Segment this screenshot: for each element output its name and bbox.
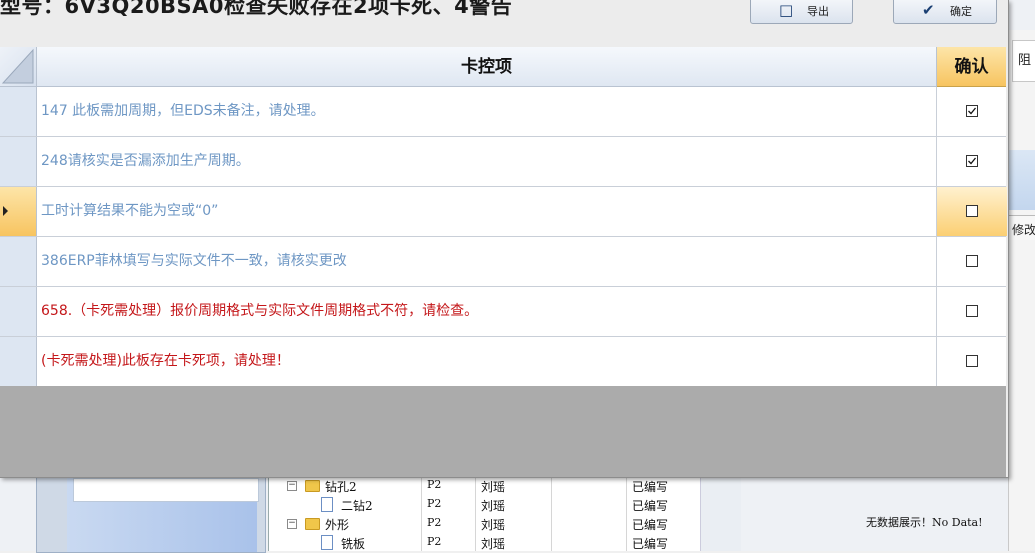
tree-row[interactable]: − 外形 P2 刘瑶 已编写 [269,515,701,534]
row-selector[interactable] [0,87,37,136]
check-result-dialog: 型号：6V3Q20BSA0检查失败存在2项卡死、4警告 □ 导出 ✔ 确定 卡控… [0,0,1009,478]
background-scrollbar[interactable] [700,477,741,551]
checkmark-icon [968,107,977,115]
row-selector[interactable] [0,187,37,236]
grid-row[interactable]: 386ERP菲林填写与实际文件不一致，请核实更改 [0,237,1006,287]
check-item-text: 248请核实是否漏添加生产周期。 [41,153,250,169]
confirm-checkbox[interactable] [966,155,978,167]
process-tree: − 钻孔2 P2 刘瑶 已编写 二钻2 P2 刘瑶 已编写 − 外形 P2 刘瑶… [268,477,701,551]
export-button[interactable]: □ 导出 [750,0,853,24]
row-selector[interactable] [0,287,37,336]
confirm-cell [936,137,1007,186]
tree-row[interactable]: 铣板 P2 刘瑶 已编写 [269,534,701,553]
row-selector[interactable] [0,237,37,286]
check-item-text: 658.（卡死需处理）报价周期格式与实际文件周期格式不符，请检查。 [41,303,479,319]
collapse-icon[interactable]: − [287,519,297,529]
confirm-button-label: 确定 [950,5,972,18]
grid-row[interactable]: 147 此板需加周期，但EDS未备注，请处理。 [0,87,1006,137]
dialog-title: 型号：6V3Q20BSA0检查失败存在2项卡死、4警告 [0,0,513,18]
grid-row[interactable]: 工时计算结果不能为空或“0” [0,187,1007,237]
checkmark-icon: ✔ [922,1,935,19]
tree-row[interactable]: − 钻孔2 P2 刘瑶 已编写 [269,477,701,496]
confirm-cell [936,287,1007,336]
confirm-checkbox[interactable] [966,305,978,317]
confirm-checkbox[interactable] [966,205,978,217]
checkmark-icon [968,157,977,165]
folder-icon [305,480,320,492]
background-column-header[interactable]: 修改 [1008,215,1035,240]
background-right-panel [1008,30,1035,551]
column-header-confirm[interactable]: 确认 [937,47,1006,87]
check-item-text: 147 此板需加周期，但EDS未备注，请处理。 [41,103,325,119]
export-icon: □ [779,1,794,19]
grid-row[interactable]: 248请核实是否漏添加生产周期。 [0,137,1006,187]
collapse-icon[interactable]: − [287,481,297,491]
corner-triangle-icon [1,48,34,84]
current-row-arrow-icon [3,206,8,216]
column-header-item[interactable]: 卡控项 [37,47,937,87]
background-right-cell: 阻 [1012,40,1035,82]
confirm-checkbox[interactable] [966,355,978,367]
row-selector[interactable] [0,337,37,386]
folder-icon [305,518,320,530]
check-items-grid: 卡控项 确认 147 此板需加周期，但EDS未备注，请处理。 248请核实是否漏添… [0,47,1007,387]
grid-row[interactable]: (卡死需处理)此板存在卡死项，请处理！ [0,337,1006,387]
background-left-field[interactable] [73,478,259,502]
confirm-checkbox[interactable] [966,105,978,117]
confirm-button[interactable]: ✔ 确定 [893,0,997,24]
check-item-text: 386ERP菲林填写与实际文件不一致，请核实更改 [41,253,347,269]
confirm-cell [936,237,1007,286]
row-selector[interactable] [0,137,37,186]
confirm-cell [936,187,1007,236]
background-left-panel [36,477,266,553]
confirm-checkbox[interactable] [966,255,978,267]
tree-row[interactable]: 二钻2 P2 刘瑶 已编写 [269,496,701,515]
confirm-cell [936,337,1007,386]
file-icon [321,535,333,550]
file-icon [321,497,333,512]
grid-select-all-corner[interactable] [0,47,37,87]
grid-empty-area [0,386,1006,477]
check-item-text: 工时计算结果不能为空或“0” [41,203,219,219]
grid-row[interactable]: 658.（卡死需处理）报价周期格式与实际文件周期格式不符，请检查。 [0,287,1006,337]
confirm-cell [936,87,1007,136]
export-button-label: 导出 [807,5,829,18]
background-right-band [1008,150,1035,210]
no-data-message: 无数据展示！No Data! [866,516,983,529]
check-item-text: (卡死需处理)此板存在卡死项，请处理！ [41,353,290,369]
